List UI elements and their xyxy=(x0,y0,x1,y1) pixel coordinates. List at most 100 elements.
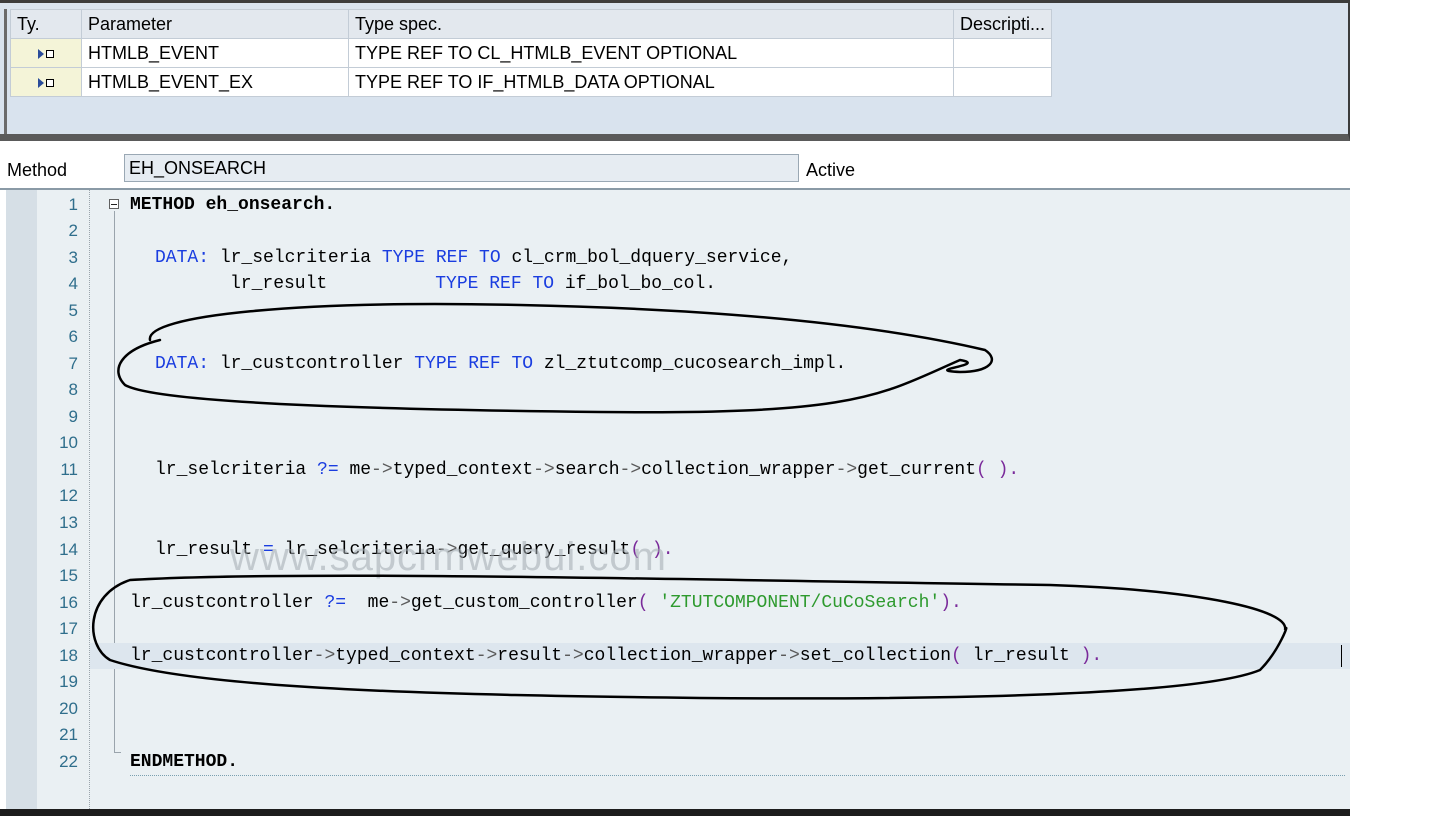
identifier: set_collection xyxy=(799,646,951,666)
column-header-description[interactable]: Descripti... xyxy=(952,9,1053,39)
parameter-table-container: Ty. Parameter Type spec. Descripti... HT… xyxy=(4,9,1348,134)
line-number: 19 xyxy=(59,672,78,691)
code-text: lr_custcontroller->typed_context->result… xyxy=(130,643,1102,669)
code-line[interactable]: 10 xyxy=(59,430,1350,456)
column-header-type-spec[interactable]: Type spec. xyxy=(348,9,954,39)
identifier: result xyxy=(497,646,563,666)
code-line[interactable]: 20 xyxy=(59,696,1350,722)
parameter-row[interactable]: HTMLB_EVENT_EX TYPE REF TO IF_HTMLB_DATA… xyxy=(10,67,1053,97)
parameter-panel: Ty. Parameter Type spec. Descripti... HT… xyxy=(0,0,1350,141)
operator: -> xyxy=(533,460,555,480)
keyword: DATA: xyxy=(155,354,210,374)
code-line[interactable]: 8 xyxy=(69,377,1350,403)
parameter-type-spec-cell[interactable]: TYPE REF TO IF_HTMLB_DATA OPTIONAL xyxy=(348,67,954,97)
method-status: Active xyxy=(806,160,856,180)
importing-parameter-icon xyxy=(36,48,56,60)
operator: -> xyxy=(619,460,642,480)
code-text: lr_selcriteria ?= me->typed_context->sea… xyxy=(155,457,1019,483)
parameter-type-spec-cell[interactable]: TYPE REF TO CL_HTMLB_EVENT OPTIONAL xyxy=(348,38,954,68)
code-line[interactable]: 16 lr_custcontroller ?= me->get_custom_c… xyxy=(59,590,1350,616)
operator: ( xyxy=(951,646,973,666)
method-label: Method xyxy=(7,160,68,180)
code-line[interactable]: 11 lr_selcriteria ?= me->typed_context->… xyxy=(60,457,1350,483)
code-line-current[interactable]: 18 lr_custcontroller->typed_context->res… xyxy=(59,643,1350,669)
parameter-row[interactable]: HTMLB_EVENT TYPE REF TO CL_HTMLB_EVENT O… xyxy=(10,38,1053,68)
code-area[interactable]: 1 METHOD eh_onsearch. 2 3 DATA: lr_selcr… xyxy=(59,190,1350,809)
parameter-type-cell[interactable] xyxy=(10,67,82,97)
identifier: typed_context xyxy=(392,460,534,480)
operator: -> xyxy=(475,646,498,666)
parameter-name-cell[interactable]: HTMLB_EVENT xyxy=(81,38,349,68)
identifier: lr_selcriteria xyxy=(209,248,382,268)
code-line[interactable]: 2 xyxy=(69,218,1350,244)
identifier: me xyxy=(338,460,372,480)
identifier: lr_custcontroller xyxy=(130,646,314,666)
keyword: TYPE REF TO xyxy=(435,274,555,294)
method-name-field[interactable] xyxy=(124,154,799,182)
text-cursor xyxy=(1341,645,1342,667)
abap-code-editor[interactable]: 1 METHOD eh_onsearch. 2 3 DATA: lr_selcr… xyxy=(0,188,1350,809)
column-header-parameter[interactable]: Parameter xyxy=(81,9,349,39)
string-literal: 'ZTUTCOMPONENT/CuCoSearch' xyxy=(659,593,941,613)
operator: ( xyxy=(637,593,660,613)
parameter-description-cell[interactable] xyxy=(952,67,1053,97)
code-line[interactable]: 7 DATA: lr_custcontroller TYPE REF TO zl… xyxy=(69,351,1350,377)
line-number: 20 xyxy=(59,699,78,718)
operator: -> xyxy=(313,646,336,666)
identifier: get_current xyxy=(857,460,976,480)
operator: -> xyxy=(835,460,858,480)
line-number: 17 xyxy=(59,619,78,638)
code-line[interactable]: 3 DATA: lr_selcriteria TYPE REF TO cl_cr… xyxy=(69,245,1350,271)
line-number: 10 xyxy=(59,433,78,452)
parameter-name-cell[interactable]: HTMLB_EVENT_EX xyxy=(81,67,349,97)
end-of-code-marker xyxy=(130,775,1345,776)
line-number: 22 xyxy=(59,752,78,771)
line-number: 11 xyxy=(60,460,78,479)
keyword: METHOD xyxy=(130,195,195,215)
line-number: 7 xyxy=(68,354,78,373)
code-text: DATA: lr_custcontroller TYPE REF TO zl_z… xyxy=(155,351,846,377)
identifier: collection_wrapper xyxy=(583,646,779,666)
code-line[interactable]: 19 xyxy=(59,669,1350,695)
parameter-description-cell[interactable] xyxy=(952,38,1053,68)
keyword: TYPE REF TO xyxy=(414,354,534,374)
code-text: lr_custcontroller ?= me->get_custom_cont… xyxy=(130,590,962,616)
code-line[interactable]: 17 xyxy=(59,616,1350,642)
identifier: typed_context xyxy=(335,646,476,666)
code-line[interactable]: 22 ENDMETHOD. xyxy=(59,749,1350,775)
line-number: 12 xyxy=(59,486,78,505)
keyword: TYPE REF TO xyxy=(381,248,501,268)
code-line[interactable]: 5 xyxy=(69,298,1350,324)
line-number: 13 xyxy=(59,513,78,532)
code-line[interactable]: 13 xyxy=(59,510,1350,536)
line-number: 21 xyxy=(59,725,78,744)
operator: -> xyxy=(562,646,584,666)
operator: -> xyxy=(389,593,411,613)
bottom-border xyxy=(0,809,1350,816)
column-header-type[interactable]: Ty. xyxy=(10,9,82,39)
code-line[interactable]: 9 xyxy=(69,404,1350,430)
parameter-type-cell[interactable] xyxy=(10,38,82,68)
identifier: cl_crm_bol_dquery_service, xyxy=(500,248,793,268)
identifier: me xyxy=(346,593,390,613)
method-bar: Method Active xyxy=(0,148,1350,188)
line-number: 6 xyxy=(68,327,78,346)
code-line[interactable]: 6 xyxy=(69,324,1350,350)
line-number: 9 xyxy=(68,407,78,426)
keyword: ENDMETHOD. xyxy=(130,752,239,772)
line-number: 16 xyxy=(59,593,78,612)
code-text: DATA: lr_selcriteria TYPE REF TO cl_crm_… xyxy=(155,245,792,271)
code-text: lr_result TYPE REF TO if_bol_bo_col. xyxy=(230,271,716,297)
line-number: 18 xyxy=(59,646,78,665)
watermark-text: www.sapcrmwebui.com xyxy=(230,535,667,579)
code-line[interactable]: 1 METHOD eh_onsearch. xyxy=(69,192,1350,218)
importing-parameter-icon xyxy=(36,77,56,89)
line-number: 4 xyxy=(68,274,78,293)
identifier: search xyxy=(554,460,620,480)
identifier: lr_result xyxy=(972,646,1070,666)
code-line[interactable]: 12 xyxy=(59,483,1350,509)
code-line[interactable]: 21 xyxy=(59,722,1350,748)
operator: ?= xyxy=(324,593,347,613)
code-line[interactable]: 4 lr_result TYPE REF TO if_bol_bo_col. xyxy=(69,271,1350,297)
code-text: ENDMETHOD. xyxy=(130,749,238,775)
